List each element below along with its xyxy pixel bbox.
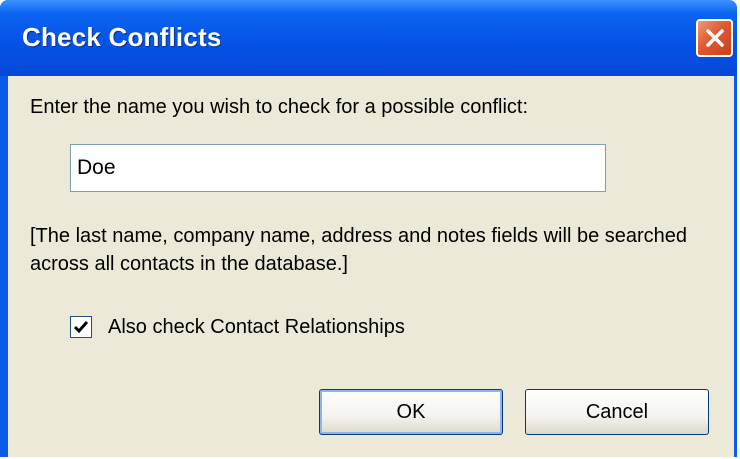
cancel-button[interactable]: Cancel [525, 389, 709, 435]
dialog-title: Check Conflicts [22, 22, 222, 52]
close-icon [706, 29, 724, 47]
title-bar[interactable]: Check Conflicts [0, 0, 737, 76]
checkmark-icon [73, 321, 89, 334]
search-note: [The last name, company name, address an… [30, 225, 688, 275]
close-button[interactable] [696, 19, 733, 57]
ok-button[interactable]: OK [319, 389, 503, 435]
contact-relationships-checkbox[interactable] [70, 316, 92, 338]
prompt-label: Enter the name you wish to check for a p… [30, 96, 529, 118]
name-input[interactable] [70, 144, 606, 192]
contact-relationships-option[interactable]: Also check Contact Relationships [70, 314, 405, 340]
contact-relationships-label: Also check Contact Relationships [108, 315, 405, 338]
